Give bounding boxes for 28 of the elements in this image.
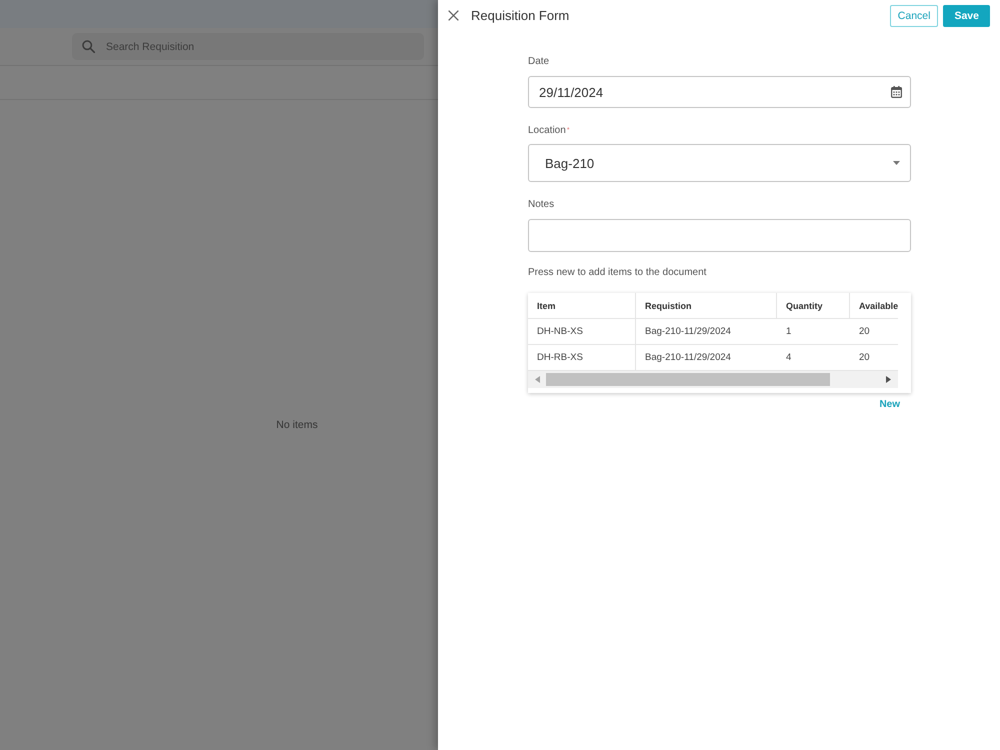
table-cell: 20 [850,319,898,345]
hint-text: Press new to add items to the document [528,267,708,279]
scrollbar-thumb[interactable] [546,373,830,386]
new-button[interactable]: New [879,399,900,410]
panel-title: Requisition Form [471,8,570,23]
table-cell: DH-NB-XS [528,319,636,345]
dropdown-caret-icon[interactable] [893,161,900,165]
cancel-button[interactable]: Cancel [890,4,938,26]
date-field[interactable]: 29/11/2024 [528,76,911,108]
scroll-right-icon[interactable] [886,376,892,383]
table-cell: Bag-210-11/29/2024 [636,319,777,345]
close-button[interactable] [448,10,459,21]
field-label: Notes [528,199,556,211]
column-header: Requistion [636,293,777,319]
save-button[interactable]: Save [943,4,990,26]
table-cell: 1 [777,319,850,345]
field-label: Date [528,56,550,68]
column-header: Quantity [777,293,850,319]
search-icon [82,40,95,53]
search-field[interactable]: Search Requisition [72,33,424,60]
empty-message: No items [276,419,318,431]
column-header: Available [850,293,898,319]
location-dropdown[interactable]: Bag-210 [528,144,911,182]
horizontal-scrollbar[interactable] [528,371,898,388]
calendar-icon[interactable] [891,86,902,98]
close-icon [448,10,459,21]
column-header: Item [528,293,636,319]
notes-field[interactable] [528,219,911,252]
